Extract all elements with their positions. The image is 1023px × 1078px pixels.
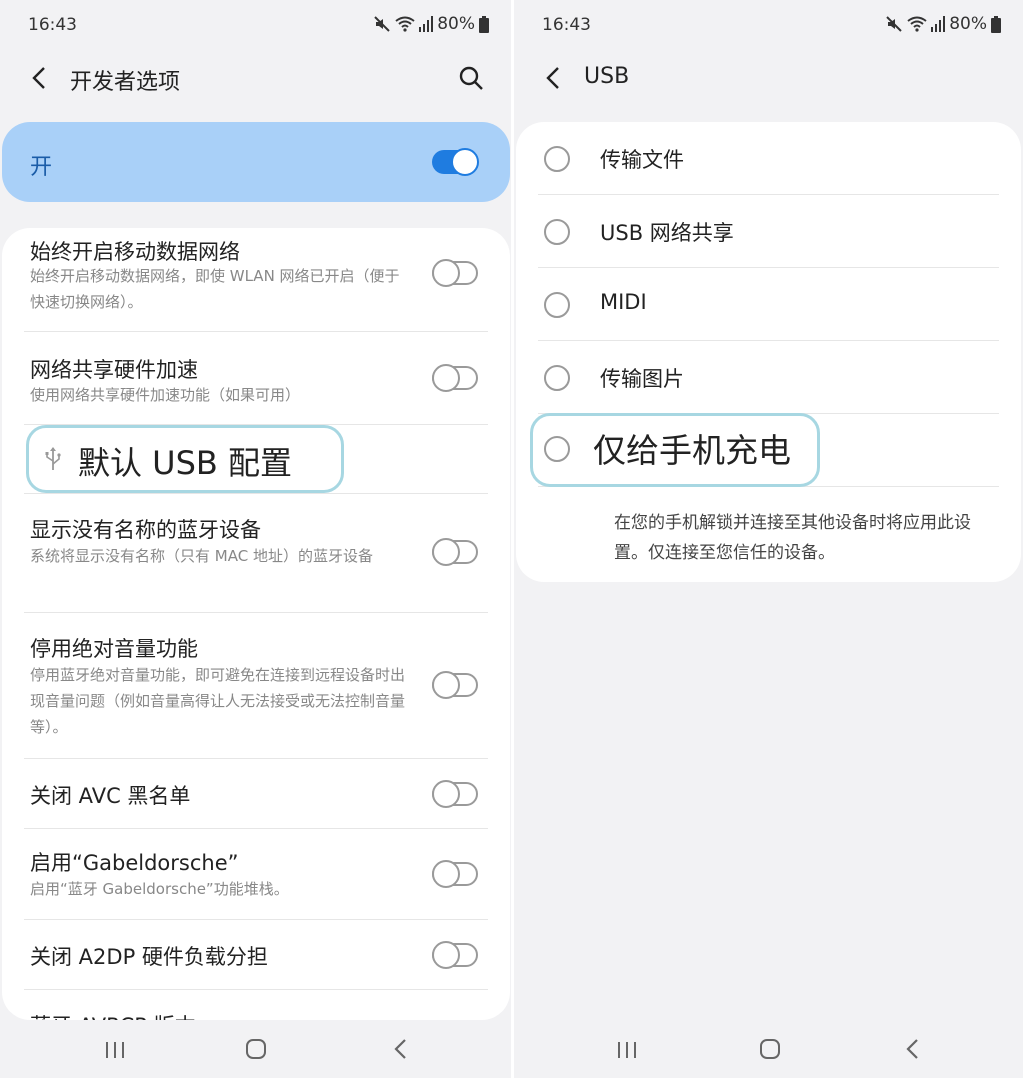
developer-options-master-switch-row[interactable]: 开 [2, 122, 510, 202]
toggle-knob [432, 941, 460, 969]
signal-icon [419, 16, 434, 32]
usb-options-card: 传输文件 USB 网络共享 MIDI 传输图片 仅给手机充电 在您的手机解锁并连… [516, 122, 1021, 582]
radio-button[interactable] [544, 436, 570, 462]
setting-toggle[interactable] [432, 941, 478, 969]
option-label: MIDI [600, 290, 647, 314]
toggle-knob [432, 259, 460, 287]
usb-option-transfer-files[interactable]: 传输文件 [538, 122, 999, 195]
setting-row-disable-avc-blacklist[interactable]: 关闭 AVC 黑名单 [24, 759, 488, 829]
setting-row-disable-absolute-volume[interactable]: 停用绝对音量功能 停用蓝牙绝对音量功能，即可避免在连接到远程设备时出现音量问题（… [24, 613, 488, 759]
battery-percent: 80% [949, 14, 987, 34]
setting-row-disable-a2dp-hw-offload[interactable]: 关闭 A2DP 硬件负载分担 [24, 920, 488, 990]
usb-option-transfer-images[interactable]: 传输图片 [538, 341, 999, 414]
page-title: USB [584, 64, 630, 89]
battery-percent: 80% [437, 14, 475, 34]
toggle-knob [432, 671, 460, 699]
nav-back-icon[interactable] [902, 1036, 924, 1062]
setting-subtitle: 系统将显示没有名称（只有 MAC 地址）的蓝牙设备 [30, 547, 373, 565]
setting-row-mobile-data-always-on[interactable]: 始终开启移动数据网络 始终开启移动数据网络，即使 WLAN 网络已开启（便于快速… [24, 228, 488, 332]
signal-icon [931, 16, 946, 32]
setting-row-show-unnamed-bluetooth[interactable]: 显示没有名称的蓝牙设备 系统将显示没有名称（只有 MAC 地址）的蓝牙设备 [24, 494, 488, 613]
setting-row-enable-gabeldorsche[interactable]: 启用“Gabeldorsche” 启用“蓝牙 Gabeldorsche”功能堆栈… [24, 829, 488, 920]
setting-row-bluetooth-avrcp-version[interactable]: 蓝牙 AVRCP 版本 [24, 990, 488, 1020]
toggle-knob [451, 148, 479, 176]
toggle-knob [432, 780, 460, 808]
usb-note: 在您的手机解锁并连接至其他设备时将应用此设置。仅连接至您信任的设备。 [614, 513, 971, 563]
home-icon[interactable] [245, 1038, 267, 1060]
toggle-knob [432, 860, 460, 888]
option-label: 传输图片 [600, 367, 684, 391]
search-icon[interactable] [457, 64, 485, 92]
developer-options-screen: 16:43 80% 开发者选项 开 始终开启移动数据网络 始终开启移动数据网络，… [0, 0, 511, 1078]
setting-toggle[interactable] [432, 364, 478, 392]
battery-icon [991, 15, 1001, 33]
default-usb-config-label[interactable]: 默认 USB 配置 [78, 438, 292, 484]
navigation-bar [0, 1024, 511, 1078]
charge-only-label[interactable]: 仅给手机充电 [593, 424, 791, 472]
radio-button[interactable] [544, 365, 570, 391]
setting-toggle[interactable] [432, 259, 478, 287]
recents-icon[interactable] [616, 1040, 638, 1060]
setting-subtitle: 启用“蓝牙 Gabeldorsche”功能堆栈。 [30, 880, 289, 898]
usb-icon [45, 447, 61, 470]
usb-option-midi[interactable]: MIDI [538, 268, 999, 341]
setting-subtitle: 停用蓝牙绝对音量功能，即可避免在连接到远程设备时出现音量问题（例如音量高得让人无… [30, 666, 406, 736]
status-icons: 80% [885, 14, 1001, 34]
app-bar: 开发者选项 [0, 52, 511, 106]
master-toggle[interactable] [432, 148, 479, 176]
setting-toggle[interactable] [432, 538, 478, 566]
page-title: 开发者选项 [70, 70, 181, 95]
mute-icon [886, 16, 902, 32]
option-label: 传输文件 [600, 148, 684, 172]
nav-back-icon[interactable] [390, 1036, 412, 1062]
setting-title: 显示没有名称的蓝牙设备 [30, 518, 261, 542]
wifi-icon [907, 16, 927, 32]
status-icons: 80% [373, 14, 489, 34]
settings-list: 始终开启移动数据网络 始终开启移动数据网络，即使 WLAN 网络已开启（便于快速… [2, 228, 510, 1020]
app-bar: USB [514, 52, 1023, 106]
radio-button[interactable] [544, 292, 570, 318]
setting-title: 始终开启移动数据网络 [30, 240, 240, 264]
master-switch-label: 开 [30, 155, 53, 180]
back-icon[interactable] [26, 64, 54, 92]
setting-subtitle: 使用网络共享硬件加速功能（如果可用） [30, 386, 301, 404]
toggle-knob [432, 538, 460, 566]
setting-title: 关闭 A2DP 硬件负载分担 [30, 945, 268, 969]
mute-icon [374, 16, 390, 32]
usb-screen: 16:43 80% USB 传输文件 USB 网络共享 MIDI 传输图片 仅给… [514, 0, 1023, 1078]
setting-title: 关闭 AVC 黑名单 [30, 784, 191, 808]
usb-option-usb-tethering[interactable]: USB 网络共享 [538, 195, 999, 268]
toggle-knob [432, 364, 460, 392]
navigation-bar [514, 1024, 1023, 1078]
recents-icon[interactable] [104, 1040, 126, 1060]
setting-title: 蓝牙 AVRCP 版本 [30, 1010, 196, 1020]
setting-title: 停用绝对音量功能 [30, 637, 198, 661]
setting-toggle[interactable] [432, 780, 478, 808]
back-icon[interactable] [540, 64, 568, 92]
wifi-icon [395, 16, 415, 32]
setting-toggle[interactable] [432, 860, 478, 888]
setting-title: 网络共享硬件加速 [30, 358, 198, 382]
setting-toggle[interactable] [432, 671, 478, 699]
setting-subtitle: 始终开启移动数据网络，即使 WLAN 网络已开启（便于快速切换网络）。 [30, 267, 400, 311]
status-bar: 16:43 80% [514, 0, 1023, 48]
status-time: 16:43 [542, 15, 591, 35]
battery-icon [479, 15, 489, 33]
radio-button[interactable] [544, 146, 570, 172]
status-bar: 16:43 80% [0, 0, 511, 48]
status-time: 16:43 [28, 15, 77, 35]
setting-title: 启用“Gabeldorsche” [30, 851, 239, 875]
home-icon[interactable] [759, 1038, 781, 1060]
radio-button[interactable] [544, 219, 570, 245]
setting-row-tethering-hw-acceleration[interactable]: 网络共享硬件加速 使用网络共享硬件加速功能（如果可用） [24, 332, 488, 425]
option-label: USB 网络共享 [600, 221, 734, 245]
